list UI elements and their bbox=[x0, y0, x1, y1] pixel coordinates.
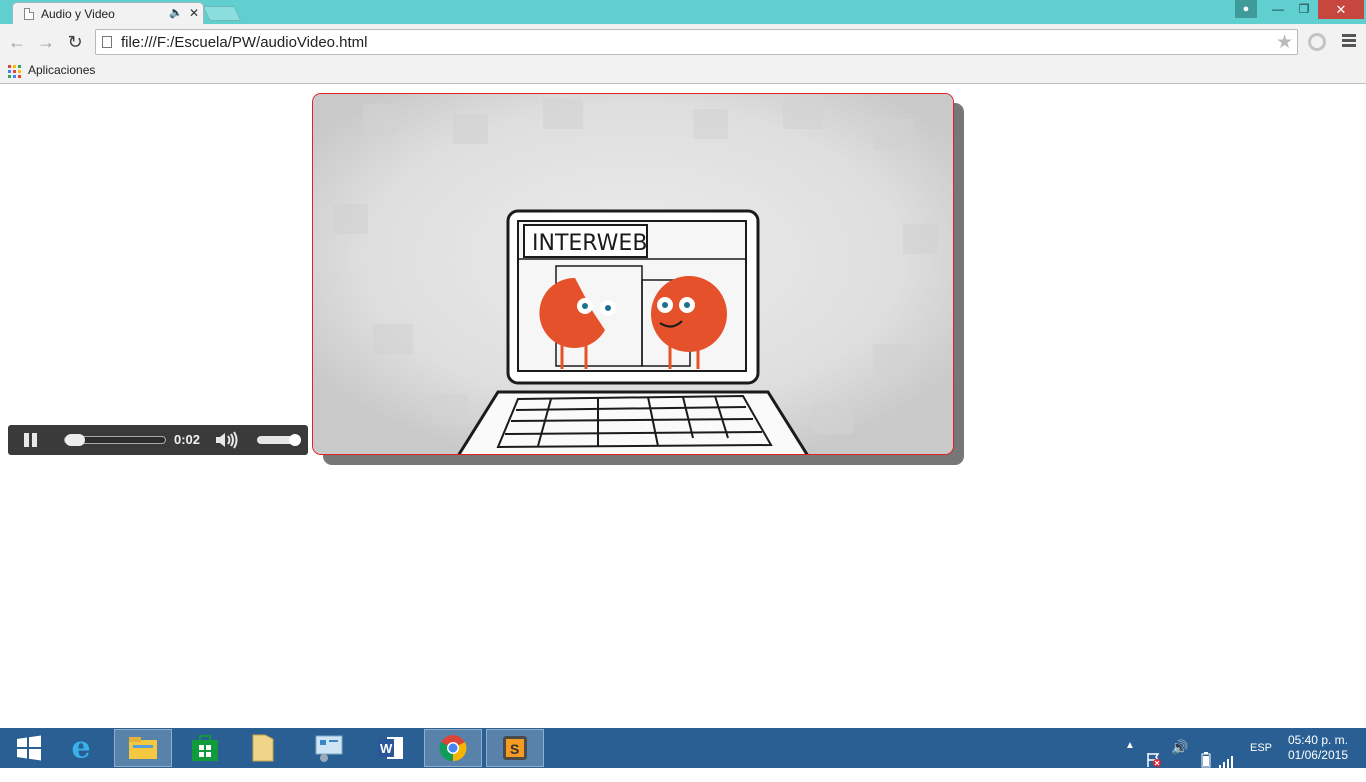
video-frame: INTERWEB bbox=[313, 94, 953, 454]
forward-arrow-icon[interactable]: → bbox=[36, 32, 56, 52]
store-button[interactable] bbox=[176, 729, 234, 767]
clock-date: 01/06/2015 bbox=[1287, 748, 1348, 762]
pause-button[interactable] bbox=[24, 433, 38, 447]
tab-title: Audio y Video bbox=[41, 7, 115, 21]
page-icon bbox=[102, 36, 112, 48]
video-player[interactable]: INTERWEB bbox=[312, 93, 954, 455]
speaker-icon[interactable]: 🔈 bbox=[169, 6, 183, 19]
file-explorer-icon bbox=[129, 737, 157, 759]
svg-text:W: W bbox=[380, 741, 393, 756]
bookmarks-bar: Aplicaciones bbox=[0, 60, 1366, 84]
address-bar[interactable]: file:///F:/Escuela/PW/audioVideo.html ★ bbox=[95, 29, 1298, 55]
store-icon bbox=[192, 735, 218, 761]
url-text[interactable]: file:///F:/Escuela/PW/audioVideo.html bbox=[121, 34, 368, 51]
interweb-label: INTERWEB bbox=[532, 231, 647, 256]
restore-icon[interactable]: ❐ bbox=[1291, 0, 1317, 18]
back-arrow-icon[interactable]: ← bbox=[7, 32, 27, 52]
apps-shortcut-label[interactable]: Aplicaciones bbox=[28, 63, 95, 77]
folder-icon bbox=[252, 734, 274, 762]
windows-taskbar: e W S ▲ 🔊 ESP 05:40 p. m. 01/06/2015 bbox=[0, 728, 1366, 768]
show-hidden-icons-icon[interactable]: ▲ bbox=[1125, 740, 1135, 780]
battery-icon[interactable] bbox=[1200, 740, 1212, 780]
start-icon bbox=[17, 735, 41, 761]
svg-text:S: S bbox=[510, 741, 519, 757]
network-signal-icon[interactable] bbox=[1219, 741, 1235, 781]
word-icon: W bbox=[378, 737, 403, 759]
chrome-button[interactable] bbox=[424, 729, 482, 767]
browser-tab[interactable]: Audio y Video 🔈 ✕ bbox=[12, 2, 204, 25]
menu-icon[interactable] bbox=[1342, 34, 1356, 49]
control-panel-button[interactable] bbox=[300, 729, 358, 767]
current-time: 0:02 bbox=[174, 432, 201, 447]
apps-grid-icon[interactable] bbox=[8, 65, 21, 78]
internet-explorer-button[interactable]: e bbox=[52, 729, 110, 767]
word-button[interactable]: W bbox=[362, 729, 420, 767]
control-panel-icon bbox=[315, 735, 343, 762]
minimize-icon[interactable]: — bbox=[1265, 0, 1291, 18]
page-favicon-icon bbox=[24, 8, 34, 20]
clock-time: 05:40 p. m. bbox=[1287, 733, 1348, 747]
chrome-icon bbox=[439, 735, 467, 762]
title-bar: Audio y Video 🔈 ✕ ● — ❐ ✕ bbox=[0, 0, 1366, 25]
seek-thumb[interactable] bbox=[65, 434, 85, 446]
internet-explorer-icon: e bbox=[71, 730, 91, 766]
audio-player[interactable]: 0:02 bbox=[8, 425, 308, 455]
user-icon[interactable]: ● bbox=[1235, 0, 1257, 18]
volume-icon[interactable] bbox=[214, 430, 240, 450]
start-button[interactable] bbox=[0, 729, 58, 767]
sublime-text-icon: S bbox=[503, 736, 527, 760]
browser-toolbar: ← → ↻ file:///F:/Escuela/PW/audioVideo.h… bbox=[0, 24, 1366, 60]
system-clock[interactable]: 05:40 p. m. 01/06/2015 bbox=[1286, 733, 1348, 763]
volume-thumb[interactable] bbox=[289, 434, 301, 446]
close-window-button[interactable]: ✕ bbox=[1318, 0, 1364, 19]
action-center-flag-icon[interactable] bbox=[1146, 740, 1162, 780]
extension-icon[interactable] bbox=[1308, 33, 1326, 51]
volume-tray-icon[interactable]: 🔊 bbox=[1171, 739, 1188, 779]
bookmark-star-icon[interactable]: ★ bbox=[1276, 31, 1293, 54]
folder-button[interactable] bbox=[234, 729, 292, 767]
reload-icon[interactable]: ↻ bbox=[65, 32, 85, 52]
tab-close-icon[interactable]: ✕ bbox=[189, 6, 199, 20]
language-indicator[interactable]: ESP bbox=[1250, 742, 1272, 782]
new-tab-button[interactable] bbox=[202, 6, 242, 21]
file-explorer-button[interactable] bbox=[114, 729, 172, 767]
sublime-text-button[interactable]: S bbox=[486, 729, 544, 767]
